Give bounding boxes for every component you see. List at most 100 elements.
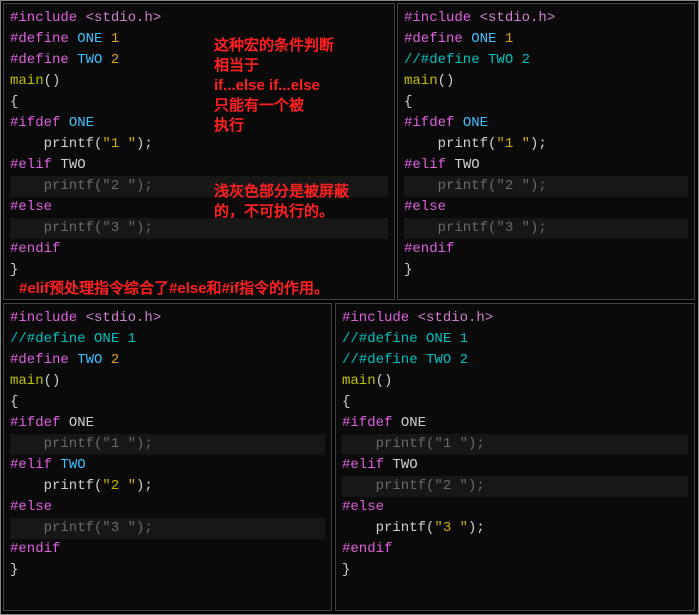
macro-value: 2 (102, 52, 119, 68)
brace-close: } (10, 260, 388, 281)
inactive-branch: printf("3 "); (404, 218, 688, 239)
comment-line: //#define ONE 1 (10, 329, 325, 350)
comment-line: //#define TWO 2 (342, 350, 688, 371)
code-panel-4: #include <stdio.h> //#define ONE 1 //#de… (335, 303, 695, 611)
macro-name: TWO (69, 52, 103, 68)
inactive-branch: printf("1 "); (10, 434, 325, 455)
call: printf( (342, 520, 434, 536)
string-literal: "1 " (496, 136, 530, 152)
function-name: main (10, 373, 44, 389)
code-line: #define TWO 2 (10, 350, 325, 371)
preproc-define: #define (10, 352, 69, 368)
brace-close: } (342, 560, 688, 581)
active-branch: printf("1 "); (10, 134, 388, 155)
code-line: #elif TWO (404, 155, 688, 176)
call-end: ); (468, 520, 485, 536)
string-literal: "2 " (102, 478, 136, 494)
preproc-ifdef: #ifdef (404, 115, 454, 131)
code-panel-2: #include <stdio.h> #define ONE 1 //#defi… (397, 3, 695, 300)
macro-ref: TWO (446, 157, 480, 173)
code-line: #elif TWO (10, 155, 388, 176)
active-branch: printf("2 "); (10, 476, 325, 497)
paren: () (44, 73, 61, 89)
macro-ref: ONE (454, 115, 488, 131)
call: printf( (10, 478, 102, 494)
code-line: #endif (10, 239, 388, 260)
inactive-branch: printf("3 "); (10, 518, 325, 539)
annotation-text-2: 浅灰色部分是被屏蔽 的，不可执行的。 (214, 182, 394, 222)
comment-line: //#define ONE 1 (342, 329, 688, 350)
paren: () (438, 73, 455, 89)
include-target: <stdio.h> (471, 10, 555, 26)
code-line: #endif (404, 239, 688, 260)
macro-value: 1 (102, 31, 119, 47)
preproc-define: #define (404, 31, 463, 47)
paren: () (44, 373, 61, 389)
macro-name: ONE (463, 31, 497, 47)
macro-ref: TWO (52, 457, 86, 473)
brace-open: { (404, 92, 688, 113)
preproc-define: #define (10, 31, 69, 47)
preproc-else: #else (404, 199, 446, 215)
annotation-text-1: 这种宏的条件判断 相当于 if...else if...else 只能有一个被 … (214, 36, 394, 136)
include-target: <stdio.h> (77, 310, 161, 326)
string-literal: "1 " (102, 136, 136, 152)
preproc-ifdef: #ifdef (342, 415, 392, 431)
call-end: ); (136, 478, 153, 494)
macro-ref: TWO (384, 457, 418, 473)
preproc-elif: #elif (10, 457, 52, 473)
code-line: #endif (10, 539, 325, 560)
code-line: #include <stdio.h> (342, 308, 688, 329)
macro-name: ONE (69, 31, 103, 47)
code-line: #include <stdio.h> (10, 308, 325, 329)
code-line: #ifdef ONE (342, 413, 688, 434)
include-target: <stdio.h> (77, 10, 161, 26)
preproc-include: #include (10, 10, 77, 26)
code-line: #endif (342, 539, 688, 560)
include-target: <stdio.h> (409, 310, 493, 326)
macro-ref: ONE (60, 115, 94, 131)
code-line: #include <stdio.h> (404, 8, 688, 29)
code-panel-3: #include <stdio.h> //#define ONE 1 #defi… (3, 303, 332, 611)
call-end: ); (136, 136, 153, 152)
preproc-define: #define (10, 52, 69, 68)
macro-ref: ONE (392, 415, 426, 431)
preproc-elif: #elif (404, 157, 446, 173)
annotation-text-3: #elif预处理指令综合了#else和#if指令的作用。 (19, 279, 399, 299)
preproc-endif: #endif (10, 541, 60, 557)
preproc-include: #include (342, 310, 409, 326)
preproc-elif: #elif (10, 157, 52, 173)
preproc-include: #include (10, 310, 77, 326)
brace-open: { (10, 392, 325, 413)
macro-ref: TWO (52, 157, 86, 173)
code-panel-1: #include <stdio.h> #define ONE 1 #define… (3, 3, 395, 300)
active-branch: printf("1 "); (404, 134, 688, 155)
call-end: ); (530, 136, 547, 152)
code-line: #else (342, 497, 688, 518)
code-line: #elif TWO (10, 455, 325, 476)
code-line: #elif TWO (342, 455, 688, 476)
inactive-branch: printf("2 "); (342, 476, 688, 497)
paren: () (376, 373, 393, 389)
function-name: main (10, 73, 44, 89)
preproc-else: #else (342, 499, 384, 515)
preproc-else: #else (10, 499, 52, 515)
function-name: main (342, 373, 376, 389)
preproc-ifdef: #ifdef (10, 415, 60, 431)
code-line: main() (342, 371, 688, 392)
macro-value: 2 (102, 352, 119, 368)
code-line: #else (10, 497, 325, 518)
code-line: main() (10, 371, 325, 392)
preproc-include: #include (404, 10, 471, 26)
comment-line: //#define TWO 2 (404, 50, 688, 71)
preproc-elif: #elif (342, 457, 384, 473)
preproc-endif: #endif (342, 541, 392, 557)
function-name: main (404, 73, 438, 89)
active-branch: printf("3 "); (342, 518, 688, 539)
macro-name: TWO (69, 352, 103, 368)
string-literal: "3 " (434, 520, 468, 536)
code-line: #ifdef ONE (10, 413, 325, 434)
call: printf( (404, 136, 496, 152)
code-line: #else (404, 197, 688, 218)
code-line: #include <stdio.h> (10, 8, 388, 29)
